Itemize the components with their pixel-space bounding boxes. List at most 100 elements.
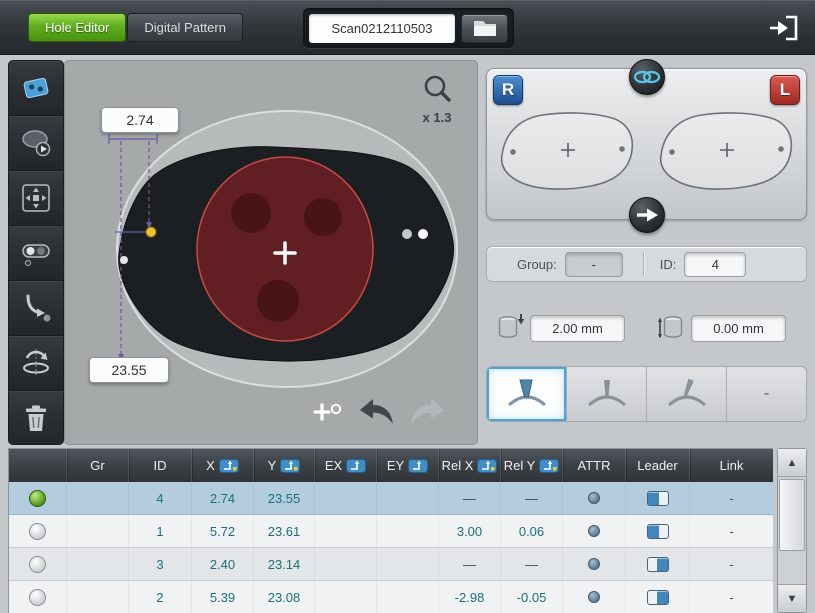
axis-icon [477, 459, 497, 473]
table-row[interactable]: 3 2.40 23.14 — — - [9, 548, 773, 581]
col-ex: EX [314, 449, 376, 482]
col-leader: Leader [625, 449, 689, 482]
swap-lenses-button[interactable] [629, 197, 665, 233]
lens-canvas[interactable]: 2.74 23.55 x 1.3 [64, 60, 478, 445]
left-lens-badge[interactable]: L [770, 75, 800, 105]
hole-marker[interactable] [120, 256, 128, 264]
tool-lens-flip-button[interactable] [9, 336, 63, 391]
attr-dot[interactable] [588, 558, 600, 570]
table-header: Gr ID X Y EX EY Rel X Rel Y ATTR Leader … [9, 449, 773, 482]
redo-icon [409, 397, 447, 427]
col-ey: EY [376, 449, 438, 482]
table-row[interactable]: 2 5.39 23.08 -2.98 -0.05 - [9, 581, 773, 613]
col-x: X [191, 449, 253, 482]
row-select-radio[interactable] [29, 523, 46, 540]
hole-diameter-field[interactable]: 2.00 mm [530, 315, 625, 342]
tool-hole-edit-button[interactable] [9, 61, 63, 116]
col-gr: Gr [66, 449, 128, 482]
leader-icon[interactable] [647, 491, 669, 506]
group-id-strip: Group: - ID: 4 [486, 246, 807, 282]
hole-marker[interactable] [402, 229, 412, 239]
hole-mark [231, 193, 271, 233]
cell-id: 2 [128, 581, 191, 613]
magnifier-icon[interactable] [422, 73, 452, 103]
cell-x: 2.74 [191, 482, 253, 514]
left-toolbar [8, 60, 64, 445]
canvas-actions [313, 397, 447, 427]
attr-dot[interactable] [588, 591, 600, 603]
undo-button[interactable] [357, 397, 395, 427]
left-lens-outline[interactable] [654, 105, 800, 201]
lens-pair-panel: R L [486, 68, 807, 220]
exit-button[interactable] [763, 10, 805, 46]
hole-depth-field[interactable]: 0.00 mm [691, 315, 786, 342]
table-row[interactable]: 1 5.72 23.61 3.00 0.06 - [9, 515, 773, 548]
cell-link: - [689, 548, 773, 580]
table-row[interactable]: 4 2.74 23.55 — — - [9, 482, 773, 515]
cell-relx: 3.00 [438, 515, 500, 547]
cell-rely: -0.05 [500, 581, 562, 613]
cell-relx: -2.98 [438, 581, 500, 613]
scroll-down-button[interactable]: ▼ [778, 584, 806, 612]
row-select-radio[interactable] [29, 556, 46, 573]
swap-lr-icon [634, 206, 660, 224]
hole-type-straight-button[interactable] [567, 367, 647, 421]
axis-icon [539, 459, 559, 473]
hole-type-none-button[interactable]: - [727, 367, 806, 421]
scroll-track[interactable] [778, 477, 806, 584]
cell-link: - [689, 515, 773, 547]
cylinder-depth-icon [657, 313, 685, 343]
cell-ey [376, 482, 438, 514]
lens-play-icon [18, 125, 54, 161]
tool-delete-button[interactable] [9, 391, 63, 445]
trash-icon [18, 401, 54, 437]
redo-button[interactable] [409, 397, 447, 427]
row-select-radio[interactable] [29, 589, 46, 606]
link-lenses-button[interactable] [629, 59, 665, 95]
attr-dot[interactable] [588, 492, 600, 504]
tool-lens-view-button[interactable] [9, 116, 63, 171]
cell-gr [66, 515, 128, 547]
tool-move-button[interactable] [9, 171, 63, 226]
cell-rely: — [500, 482, 562, 514]
zoom-indicator: x 1.3 [407, 73, 467, 125]
tab-hole-editor[interactable]: Hole Editor [28, 13, 126, 42]
toggle-icon [18, 235, 54, 271]
hole-type-angled-icon [665, 377, 709, 411]
cell-link: - [689, 581, 773, 613]
scan-name-field[interactable]: Scan0212110503 [309, 14, 455, 43]
row-select-radio[interactable] [29, 490, 46, 507]
move-pad-icon [18, 180, 54, 216]
dimension-x-label: 2.74 [101, 107, 179, 133]
id-label: ID: [660, 257, 677, 272]
folder-icon [472, 18, 498, 38]
cell-ex [314, 548, 376, 580]
leader-icon[interactable] [647, 557, 669, 572]
scroll-thumb[interactable] [779, 479, 805, 551]
cell-gr [66, 548, 128, 580]
hole-table: Gr ID X Y EX EY Rel X Rel Y ATTR Leader … [8, 448, 773, 613]
hole-type-counterbore-button[interactable] [487, 367, 567, 421]
hole-marker[interactable] [418, 229, 428, 239]
selected-hole-marker[interactable] [146, 227, 156, 237]
hole-type-straight-icon [585, 377, 629, 411]
group-field[interactable]: - [565, 252, 623, 277]
col-y: Y [253, 449, 314, 482]
hole-type-angled-button[interactable] [647, 367, 727, 421]
tab-digital-pattern[interactable]: Digital Pattern [127, 13, 243, 42]
table-scrollbar: ▲ ▼ [777, 448, 807, 613]
id-field[interactable]: 4 [684, 252, 746, 277]
leader-icon[interactable] [647, 524, 669, 539]
attr-dot[interactable] [588, 525, 600, 537]
leader-icon[interactable] [647, 590, 669, 605]
axis-icon [280, 459, 300, 473]
add-hole-button[interactable] [313, 401, 343, 423]
tool-hole-toggle-button[interactable] [9, 226, 63, 281]
hole-type-counterbore-icon [505, 377, 549, 411]
open-file-button[interactable] [461, 14, 508, 43]
right-lens-badge[interactable]: R [493, 75, 523, 105]
right-lens-outline[interactable] [495, 105, 641, 201]
scroll-up-button[interactable]: ▲ [778, 449, 806, 477]
tool-apply-hole-button[interactable] [9, 281, 63, 336]
cell-x: 5.72 [191, 515, 253, 547]
